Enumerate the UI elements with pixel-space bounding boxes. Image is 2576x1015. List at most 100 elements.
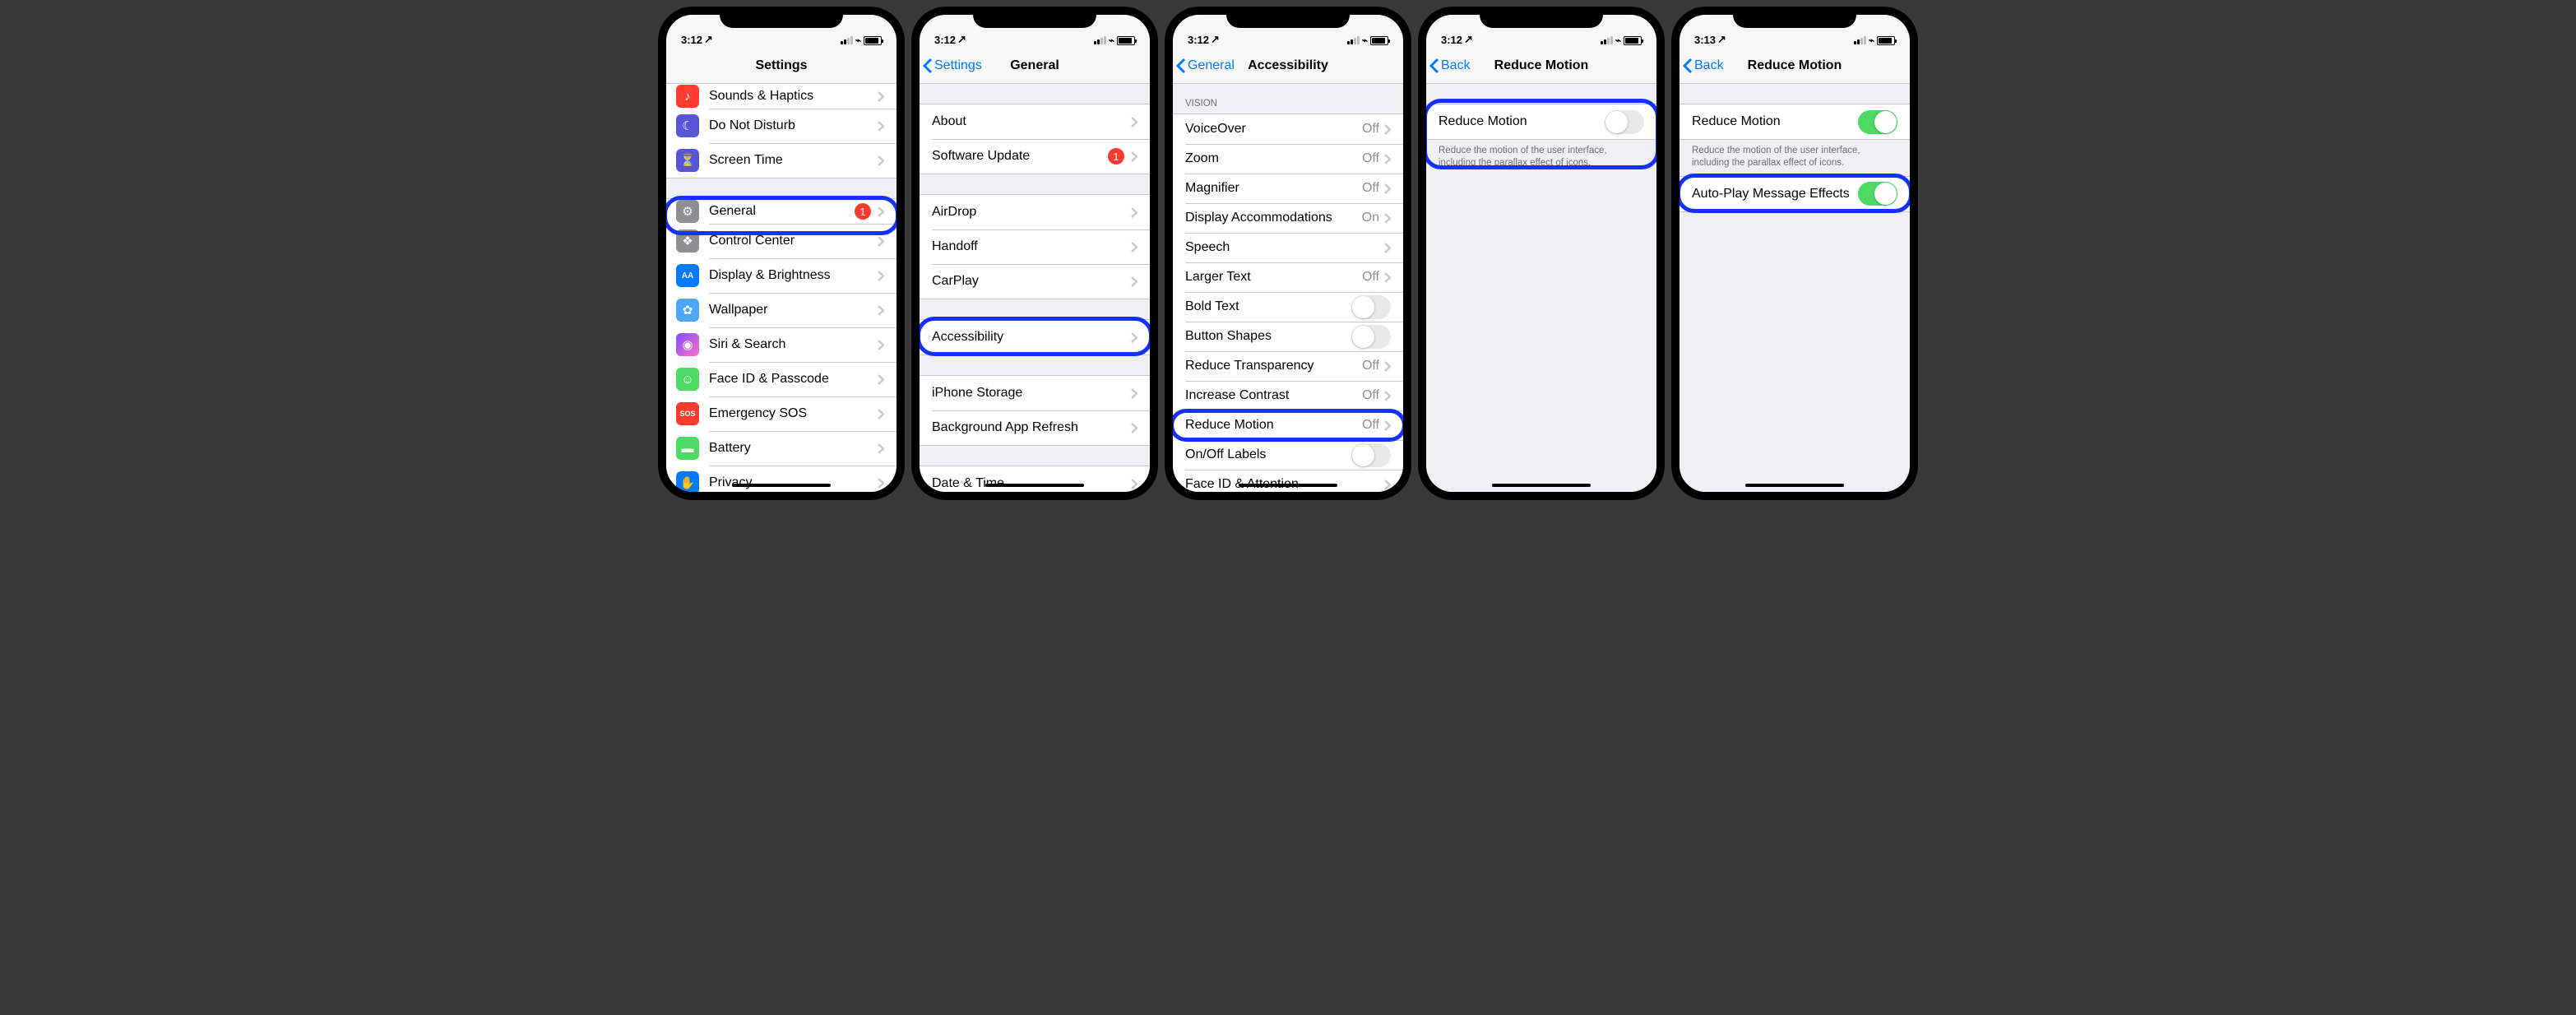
chevron-right-icon bbox=[1384, 243, 1391, 253]
back-button[interactable]: Back bbox=[1429, 58, 1471, 73]
navbar: Settings General bbox=[920, 48, 1150, 84]
switch-bold-text[interactable] bbox=[1351, 295, 1391, 319]
row-airdrop[interactable]: AirDrop bbox=[920, 195, 1150, 229]
row-wallpaper[interactable]: ✿Wallpaper bbox=[666, 293, 897, 327]
row-privacy[interactable]: ✋Privacy bbox=[666, 466, 897, 492]
sounds-icon: ♪ bbox=[676, 85, 699, 108]
row-speech[interactable]: Speech bbox=[1173, 233, 1403, 262]
section-header-vision: VISION bbox=[1173, 84, 1403, 114]
phone-general: 3:12↗ ⌁ Settings General About Software … bbox=[911, 7, 1158, 500]
chevron-right-icon bbox=[1131, 332, 1137, 343]
home-indicator[interactable] bbox=[1492, 484, 1591, 487]
row-reduce-motion-toggle[interactable]: Reduce Motion bbox=[1426, 104, 1656, 139]
page-title: Reduce Motion bbox=[1494, 58, 1589, 73]
moon-icon: ☾ bbox=[676, 114, 699, 137]
row-background-refresh[interactable]: Background App Refresh bbox=[920, 410, 1150, 445]
row-bold-text[interactable]: Bold Text bbox=[1173, 292, 1403, 322]
back-button[interactable]: Back bbox=[1683, 58, 1724, 73]
wifi-icon: ⌁ bbox=[1869, 35, 1874, 46]
chevron-right-icon bbox=[1131, 388, 1137, 399]
row-reduce-motion-toggle[interactable]: Reduce Motion bbox=[1679, 104, 1910, 139]
switch-autoplay-effects[interactable] bbox=[1858, 182, 1897, 206]
row-emergency-sos[interactable]: SOSEmergency SOS bbox=[666, 396, 897, 431]
chevron-right-icon bbox=[1384, 213, 1391, 224]
switch-onoff-labels[interactable] bbox=[1351, 443, 1391, 467]
row-button-shapes[interactable]: Button Shapes bbox=[1173, 322, 1403, 351]
switch-reduce-motion[interactable] bbox=[1858, 110, 1897, 134]
back-button[interactable]: General bbox=[1176, 58, 1235, 73]
chevron-right-icon bbox=[878, 443, 884, 454]
row-reduce-transparency[interactable]: Reduce TransparencyOff bbox=[1173, 351, 1403, 381]
row-general[interactable]: ⚙General1 bbox=[666, 199, 897, 224]
row-screen-time[interactable]: ⏳Screen Time bbox=[666, 143, 897, 178]
row-onoff-labels[interactable]: On/Off Labels bbox=[1173, 440, 1403, 470]
wifi-icon: ⌁ bbox=[1109, 35, 1114, 46]
row-do-not-disturb[interactable]: ☾Do Not Disturb bbox=[666, 109, 897, 143]
cellular-icon bbox=[1601, 36, 1613, 44]
home-indicator[interactable] bbox=[1239, 484, 1337, 487]
phone-settings: 3:12↗ ⌁ Settings ♪Sounds & Haptics ☾Do N… bbox=[658, 7, 905, 500]
navbar: General Accessibility bbox=[1173, 48, 1403, 84]
row-about[interactable]: About bbox=[920, 104, 1150, 139]
row-display-accommodations[interactable]: Display AccommodationsOn bbox=[1173, 203, 1403, 233]
cellular-icon bbox=[1854, 36, 1866, 44]
row-voiceover[interactable]: VoiceOverOff bbox=[1173, 114, 1403, 144]
chevron-right-icon bbox=[878, 91, 884, 102]
row-accessibility[interactable]: Accessibility bbox=[920, 320, 1150, 355]
chevron-right-icon bbox=[1131, 479, 1137, 489]
row-software-update[interactable]: Software Update1 bbox=[920, 139, 1150, 174]
row-iphone-storage[interactable]: iPhone Storage bbox=[920, 376, 1150, 410]
row-faceid-attention[interactable]: Face ID & Attention bbox=[1173, 470, 1403, 492]
chevron-right-icon bbox=[1384, 480, 1391, 490]
clock: 3:12 bbox=[1441, 34, 1462, 46]
row-autoplay-message-effects[interactable]: Auto-Play Message Effects bbox=[1679, 177, 1910, 211]
switch-reduce-motion[interactable] bbox=[1605, 110, 1644, 134]
chevron-right-icon bbox=[1131, 151, 1137, 162]
switches-icon: ❖ bbox=[676, 229, 699, 253]
chevron-right-icon bbox=[878, 236, 884, 247]
row-control-center[interactable]: ❖Control Center bbox=[666, 224, 897, 258]
row-increase-contrast[interactable]: Increase ContrastOff bbox=[1173, 381, 1403, 410]
row-carplay[interactable]: CarPlay bbox=[920, 264, 1150, 299]
row-battery[interactable]: ▬Battery bbox=[666, 431, 897, 466]
chevron-right-icon bbox=[1384, 391, 1391, 401]
switch-button-shapes[interactable] bbox=[1351, 325, 1391, 349]
page-title: Reduce Motion bbox=[1748, 58, 1842, 73]
chevron-right-icon bbox=[1384, 272, 1391, 283]
row-siri-search[interactable]: ◉Siri & Search bbox=[666, 327, 897, 362]
row-faceid-passcode[interactable]: ☺Face ID & Passcode bbox=[666, 362, 897, 396]
row-sounds-haptics[interactable]: ♪Sounds & Haptics bbox=[666, 84, 897, 109]
row-handoff[interactable]: Handoff bbox=[920, 229, 1150, 264]
footer-text: Reduce the motion of the user interface,… bbox=[1426, 140, 1656, 176]
clock: 3:12 bbox=[934, 34, 956, 46]
navbar: Settings bbox=[666, 48, 897, 84]
row-display-brightness[interactable]: AADisplay & Brightness bbox=[666, 258, 897, 293]
cellular-icon bbox=[1094, 36, 1106, 44]
notch bbox=[720, 7, 843, 28]
row-larger-text[interactable]: Larger TextOff bbox=[1173, 262, 1403, 292]
battery-icon bbox=[864, 36, 882, 45]
clock: 3:13 bbox=[1694, 34, 1716, 46]
row-reduce-motion[interactable]: Reduce MotionOff bbox=[1173, 410, 1403, 440]
chevron-right-icon bbox=[878, 374, 884, 385]
phone-reduce-motion-on: 3:13↗ ⌁ Back Reduce Motion Reduce Motion… bbox=[1671, 7, 1918, 500]
home-indicator[interactable] bbox=[732, 484, 831, 487]
badge: 1 bbox=[1108, 148, 1124, 165]
back-button[interactable]: Settings bbox=[923, 58, 982, 73]
text-size-icon: AA bbox=[676, 264, 699, 287]
page-title: Accessibility bbox=[1248, 58, 1328, 73]
badge: 1 bbox=[855, 203, 871, 220]
row-magnifier[interactable]: MagnifierOff bbox=[1173, 174, 1403, 203]
navbar: Back Reduce Motion bbox=[1679, 48, 1910, 84]
wifi-icon: ⌁ bbox=[1615, 35, 1621, 46]
row-date-time[interactable]: Date & Time bbox=[920, 466, 1150, 492]
footer-text: Reduce the motion of the user interface,… bbox=[1679, 140, 1910, 176]
home-indicator[interactable] bbox=[985, 484, 1084, 487]
row-zoom[interactable]: ZoomOff bbox=[1173, 144, 1403, 174]
hourglass-icon: ⏳ bbox=[676, 149, 699, 172]
sos-icon: SOS bbox=[676, 402, 699, 425]
battery-icon bbox=[1877, 36, 1895, 45]
home-indicator[interactable] bbox=[1745, 484, 1844, 487]
chevron-right-icon bbox=[1384, 124, 1391, 135]
location-icon: ↗ bbox=[704, 33, 713, 46]
